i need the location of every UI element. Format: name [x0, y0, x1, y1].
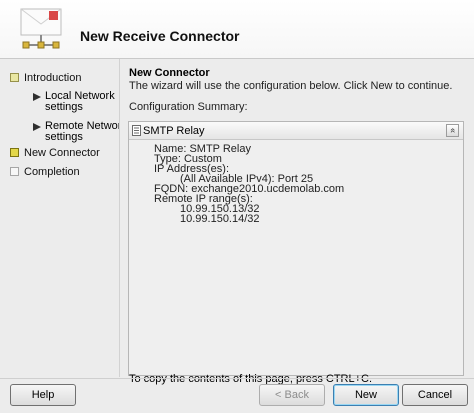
configuration-summary-box[interactable]: SMTP Relay » Name: SMTP Relay Type: Cust…: [128, 121, 464, 376]
collapse-summary-button[interactable]: »: [446, 124, 459, 137]
step-remote-network-settings: Remote Network settings: [45, 120, 127, 143]
wizard-content: New Connector The wizard will use the co…: [120, 59, 474, 378]
new-button[interactable]: New: [333, 384, 399, 406]
wizard-window: New Receive Connector Introduction Local…: [0, 0, 474, 413]
footer-divider: [0, 378, 474, 379]
wizard-steps-sidebar: Introduction Local Network settings Remo…: [0, 59, 127, 378]
wizard-title: New Receive Connector: [80, 28, 240, 44]
collapse-chevron-icon: »: [446, 127, 457, 134]
substep-arrow-icon: [33, 93, 41, 101]
substep-arrow-icon: [33, 123, 41, 131]
summary-header[interactable]: SMTP Relay »: [129, 122, 463, 140]
step-current-indicator: [10, 148, 19, 157]
page-title: New Connector: [129, 67, 210, 79]
step-done-indicator: [10, 73, 19, 82]
back-button[interactable]: < Back: [259, 384, 325, 406]
step-local-network-settings: Local Network settings: [45, 90, 115, 113]
cancel-button[interactable]: Cancel: [402, 384, 468, 406]
summary-header-title: SMTP Relay: [143, 125, 205, 137]
summary-label: Configuration Summary:: [129, 101, 248, 113]
summary-line-remote-ip-2: 10.99.150.14/32: [180, 213, 260, 225]
document-icon: [132, 125, 141, 136]
step-pending-indicator: [10, 167, 19, 176]
connector-wizard-icon: [20, 8, 62, 49]
page-subtitle: The wizard will use the configuration be…: [129, 80, 453, 92]
wizard-header: New Receive Connector: [0, 0, 474, 59]
help-button[interactable]: Help: [10, 384, 76, 406]
